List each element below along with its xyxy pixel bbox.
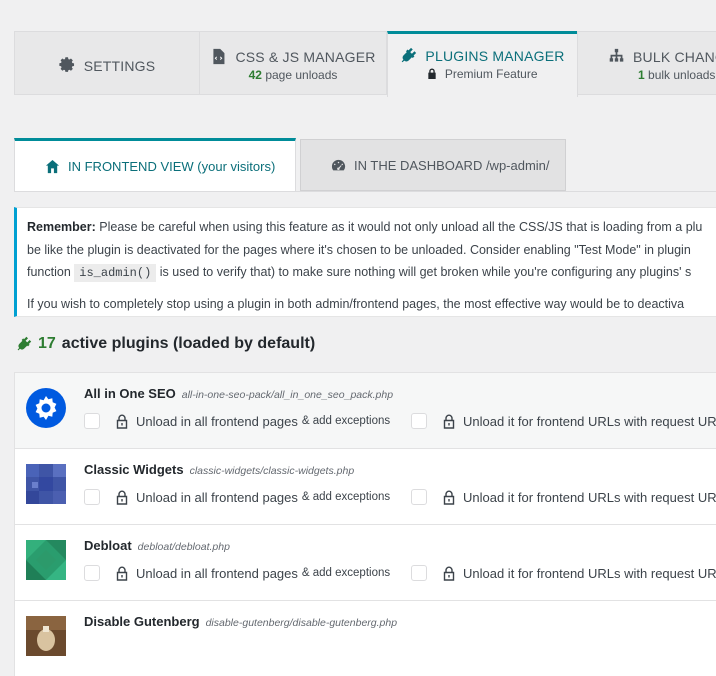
tab-panel-divider	[14, 191, 716, 192]
plugin-path: classic-widgets/classic-widgets.php	[189, 465, 355, 477]
plugin-path: debloat/debloat.php	[137, 541, 230, 553]
dashboard-gauge-icon	[331, 159, 346, 170]
plugin-title: Debloat	[84, 538, 132, 553]
unload-all-frontend-option[interactable]: Unload in all frontend pages & add except…	[84, 413, 390, 429]
unload-request-checkbox[interactable]	[411, 413, 427, 429]
plugin-path: disable-gutenberg/disable-gutenberg.php	[205, 617, 398, 629]
unload-all-frontend-option[interactable]: Unload in all frontend pages & add except…	[84, 489, 390, 505]
active-plugins-heading: 17 active plugins (loaded by default)	[16, 335, 315, 353]
tab-bulk-subtitle: 1 bulk unloads	[578, 68, 716, 82]
lock-icon	[443, 490, 455, 505]
premium-feature-label: Premium Feature	[444, 67, 538, 81]
code-file-icon	[213, 48, 225, 65]
add-exceptions-label: & add exceptions	[301, 415, 391, 427]
plug-icon	[17, 336, 32, 351]
disable-gutenberg-logo	[26, 616, 66, 656]
unload-all-label: Unload in all frontend pages	[136, 489, 298, 505]
tab-frontend-view[interactable]: IN FRONTEND VIEW (your visitors)	[14, 138, 296, 192]
unload-request-uri-option[interactable]: Unload it for frontend URLs with request…	[411, 565, 716, 581]
tab-bulk-label: BULK CHANG	[633, 48, 716, 65]
unload-all-checkbox[interactable]	[84, 565, 100, 581]
plugin-name: All in One SEO all-in-one-seo-pack/all_in…	[84, 386, 393, 401]
notice-paragraph-2: If you wish to completely stop using a p…	[27, 296, 685, 311]
tab-settings-label: SETTINGS	[83, 57, 156, 74]
unload-request-label: Unload it for frontend URLs with request…	[463, 489, 716, 505]
plugin-name: Debloat debloat/debloat.php	[84, 538, 230, 553]
unload-request-label: Unload it for frontend URLs with request…	[463, 413, 716, 429]
add-exceptions-label: & add exceptions	[301, 567, 391, 579]
unload-request-label: Unload it for frontend URLs with request…	[463, 565, 716, 581]
tab-css-js-label: CSS & JS MANAGER	[235, 48, 376, 65]
plugin-row: Disable Gutenberg disable-gutenberg/disab…	[14, 600, 716, 676]
unload-request-checkbox[interactable]	[411, 565, 427, 581]
notice-line-3-pre: function	[27, 265, 75, 279]
plugin-title: All in One SEO	[84, 386, 176, 401]
lock-icon	[116, 490, 128, 505]
notice-paragraph-1: Remember: Please be careful when using t…	[27, 216, 716, 285]
unload-all-checkbox[interactable]	[84, 489, 100, 505]
plugin-row: Classic Widgets classic-widgets/classic-w…	[14, 448, 716, 524]
unload-request-checkbox[interactable]	[411, 489, 427, 505]
premium-feature-note: Premium Feature	[388, 67, 577, 81]
is-admin-code: is_admin()	[74, 264, 157, 282]
tab-dashboard-label: IN THE DASHBOARD /wp-admin/	[354, 157, 550, 173]
tab-settings[interactable]: SETTINGS	[14, 31, 200, 95]
top-tabs: SETTINGS CSS & JS MANAGER 42 page unload…	[14, 31, 716, 97]
gear-icon	[59, 57, 74, 72]
tab-plugins-label: PLUGINS MANAGER	[425, 47, 565, 64]
plugin-path: all-in-one-seo-pack/all_in_one_seo_pack.…	[181, 389, 394, 401]
plugin-name: Disable Gutenberg disable-gutenberg/disab…	[84, 614, 397, 629]
active-plugins-count: 17	[38, 335, 56, 352]
tab-bulk-changes[interactable]: BULK CHANG 1 bulk unloads	[577, 31, 716, 95]
notice-line-1: Please be careful when using this featur…	[95, 220, 703, 234]
classic-widgets-logo	[26, 464, 66, 504]
plugin-row: Debloat debloat/debloat.php Unload in all…	[14, 524, 716, 600]
notice-line-2: be like the plugin is deactivated for th…	[27, 242, 691, 257]
lock-icon	[443, 566, 455, 581]
lock-icon	[116, 566, 128, 581]
plug-icon	[402, 47, 417, 63]
tab-frontend-label: IN FRONTEND VIEW (your visitors)	[68, 159, 276, 174]
unload-request-uri-option[interactable]: Unload it for frontend URLs with request…	[411, 489, 716, 505]
lock-icon	[116, 414, 128, 429]
bulk-unloads-label: bulk unloads	[648, 68, 716, 82]
unload-request-uri-option[interactable]: Unload it for frontend URLs with request…	[411, 413, 716, 429]
debloat-logo	[26, 540, 66, 580]
active-plugins-text: active plugins (loaded by default)	[61, 335, 316, 352]
sitemap-icon	[609, 48, 624, 62]
lock-icon	[443, 414, 455, 429]
page-unloads-label: page unloads	[265, 68, 338, 82]
home-icon	[45, 159, 60, 174]
plugin-name: Classic Widgets classic-widgets/classic-w…	[84, 462, 354, 477]
warning-notice: Remember: Please be careful when using t…	[14, 207, 716, 317]
notice-bold-label: Remember:	[27, 220, 96, 234]
plugin-list: All in One SEO all-in-one-seo-pack/all_in…	[14, 372, 716, 676]
lock-icon	[428, 68, 437, 79]
unload-all-checkbox[interactable]	[84, 413, 100, 429]
tab-css-js-manager[interactable]: CSS & JS MANAGER 42 page unloads	[199, 31, 387, 95]
unload-all-frontend-option[interactable]: Unload in all frontend pages & add except…	[84, 565, 390, 581]
plugin-row: All in One SEO all-in-one-seo-pack/all_in…	[14, 372, 716, 448]
tab-plugins-manager[interactable]: PLUGINS MANAGER Premium Feature	[387, 31, 578, 97]
tab-css-js-subtitle: 42 page unloads	[200, 68, 386, 82]
page-unloads-count: 42	[248, 68, 262, 82]
tab-dashboard-view[interactable]: IN THE DASHBOARD /wp-admin/	[300, 139, 566, 191]
notice-line-3-post: is used to verify that) to make sure not…	[156, 265, 692, 279]
bulk-unloads-count: 1	[638, 68, 645, 82]
plugin-title: Classic Widgets	[84, 462, 184, 477]
unload-all-label: Unload in all frontend pages	[136, 413, 298, 429]
unload-all-label: Unload in all frontend pages	[136, 565, 298, 581]
add-exceptions-label: & add exceptions	[301, 491, 391, 503]
aioseo-logo	[26, 388, 66, 428]
plugin-title: Disable Gutenberg	[84, 614, 200, 629]
